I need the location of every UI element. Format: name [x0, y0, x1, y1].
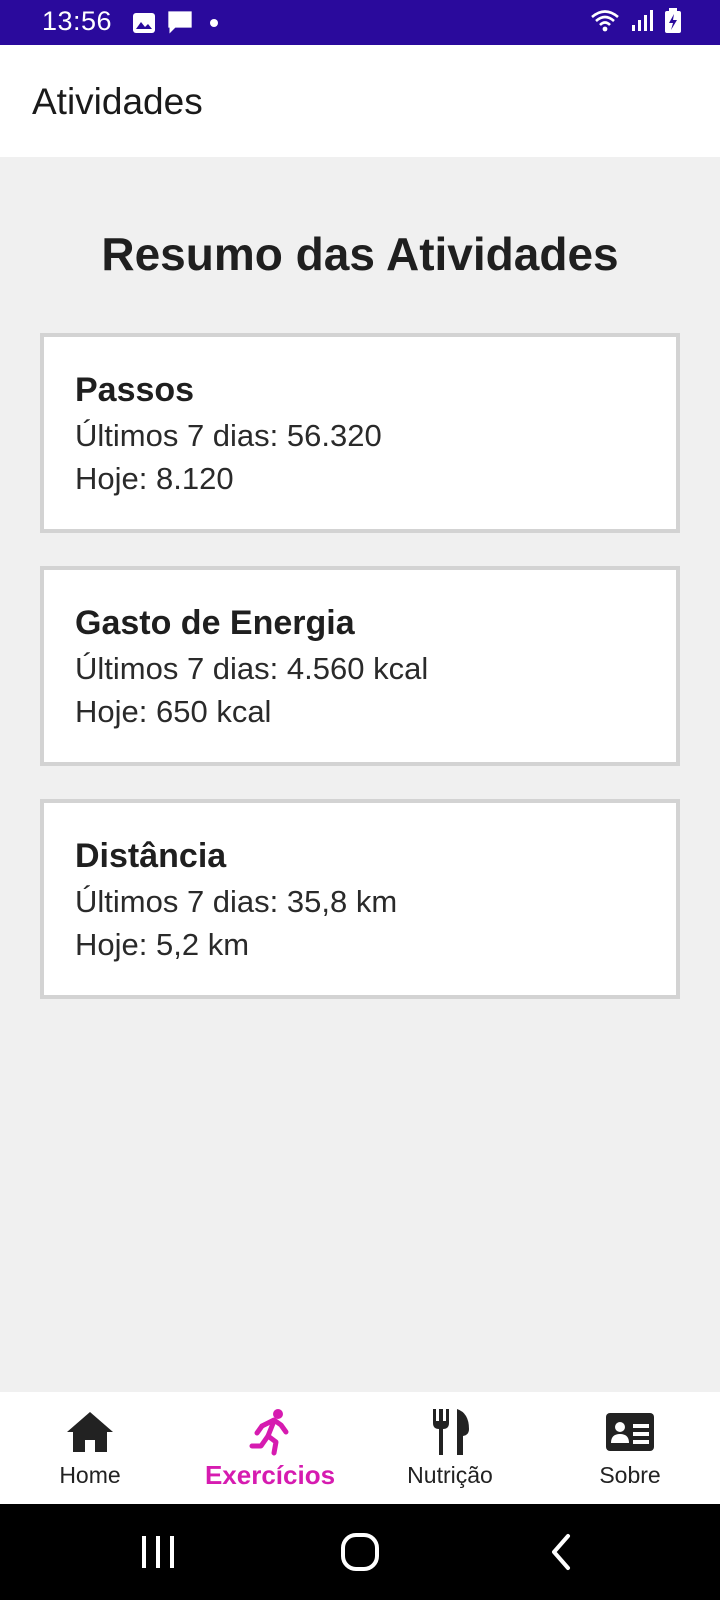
status-left-icons — [132, 9, 218, 37]
card-title: Passos — [75, 371, 195, 409]
card-steps: Passos Últimos 7 dias: 56.320 Hoje: 8.12… — [40, 333, 680, 533]
card-today-value: Hoje: 5,2 km — [75, 927, 250, 962]
card-last7-value: Últimos 7 dias: 35,8 km — [75, 884, 398, 919]
signal-icon — [632, 10, 653, 31]
card-title: Gasto de Energia — [75, 604, 355, 642]
nav-label-home: Home — [59, 1462, 121, 1488]
battery-charging-icon — [665, 8, 681, 33]
fork-knife-icon — [433, 1409, 469, 1455]
status-time: 13:56 — [42, 6, 113, 36]
card-distance: Distância Últimos 7 dias: 35,8 km Hoje: … — [40, 799, 680, 999]
home-circle-icon[interactable] — [340, 1532, 380, 1572]
nav-item-home[interactable]: Home — [0, 1392, 180, 1504]
card-today-value: Hoje: 8.120 — [75, 461, 234, 496]
back-icon[interactable] — [548, 1532, 574, 1572]
dot-icon — [210, 19, 218, 27]
bottom-navigation: Home Exercícios Nutrição Sobre — [0, 1392, 720, 1504]
card-last7-value: Últimos 7 dias: 56.320 — [75, 418, 382, 453]
status-bar: 13:56 — [0, 0, 720, 45]
main-content: Resumo das Atividades Passos Últimos 7 d… — [0, 157, 720, 1392]
nav-item-nutricao[interactable]: Nutrição — [360, 1392, 540, 1504]
nav-label-sobre: Sobre — [599, 1462, 661, 1488]
app-bar-title: Atividades — [32, 81, 203, 122]
card-title: Distância — [75, 837, 227, 875]
nav-item-sobre[interactable]: Sobre — [540, 1392, 720, 1504]
system-navigation-bar — [0, 1504, 720, 1600]
wifi-icon — [591, 10, 619, 32]
card-last7-value: Últimos 7 dias: 4.560 kcal — [75, 651, 429, 686]
page-heading: Resumo das Atividades — [101, 228, 619, 280]
nav-label-nutricao: Nutrição — [407, 1462, 493, 1488]
nav-item-exercicios[interactable]: Exercícios — [180, 1392, 360, 1504]
image-icon — [133, 13, 155, 33]
recents-icon[interactable] — [140, 1532, 176, 1572]
running-icon — [249, 1409, 289, 1456]
home-icon — [67, 1412, 113, 1452]
contact-card-icon — [606, 1413, 654, 1451]
nav-label-exercicios: Exercícios — [204, 1460, 336, 1490]
card-today-value: Hoje: 650 kcal — [75, 694, 272, 729]
status-right-icons — [590, 8, 682, 34]
app-bar: Atividades — [0, 45, 720, 157]
card-energy: Gasto de Energia Últimos 7 dias: 4.560 k… — [40, 566, 680, 766]
message-icon — [168, 11, 192, 34]
